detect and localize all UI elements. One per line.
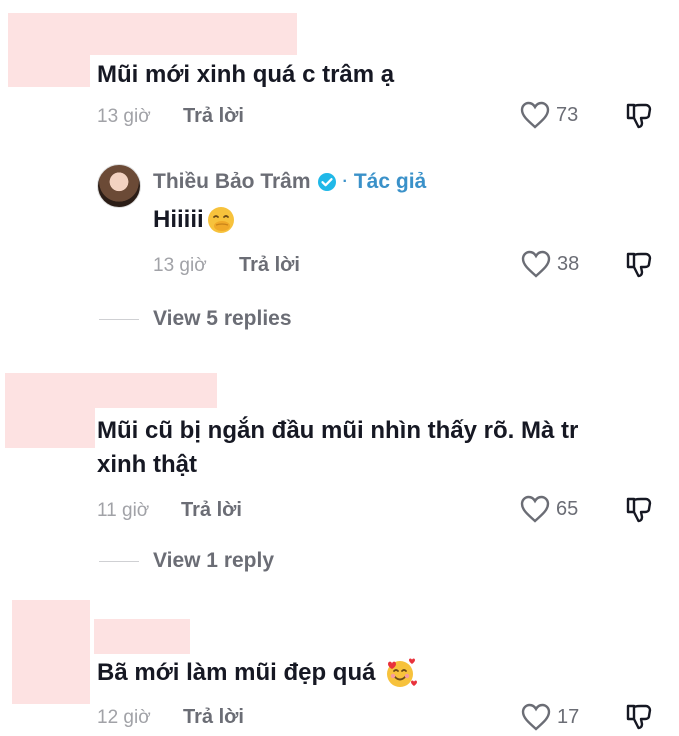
separator-dot: · <box>342 173 348 190</box>
reply-author-row: Thiều Bảo Trâm · Tác giả <box>153 170 426 194</box>
comment-text: Bã mới làm mũi đẹp quá <box>97 659 376 686</box>
thumbs-down-icon <box>626 704 652 730</box>
redacted-username <box>94 619 190 654</box>
thumbs-down-icon <box>626 497 652 523</box>
comment-time: 11 giờ <box>97 500 150 521</box>
thumbs-down-icon <box>626 252 652 278</box>
reply-text-row: Hiiiii <box>153 203 236 237</box>
reply-button[interactable]: Trả lời <box>239 254 300 277</box>
like-count: 65 <box>556 497 579 520</box>
view-replies-label: View 1 reply <box>153 549 275 572</box>
reply-text: Hiiiii <box>153 206 204 233</box>
reply-button[interactable]: Trả lời <box>183 105 244 128</box>
comment-text: Mũi mới xinh quá c trâm ạ <box>97 61 395 88</box>
heart-outline-icon <box>520 101 550 129</box>
face-with-hand-over-mouth-emoji <box>207 207 234 233</box>
view-replies-label: View 5 replies <box>153 307 292 330</box>
redacted-avatar <box>8 13 90 87</box>
comment-time: 13 giờ <box>97 106 151 127</box>
heart-outline-icon <box>521 250 551 278</box>
like-count: 73 <box>556 103 579 126</box>
like-button[interactable]: 38 <box>521 250 579 278</box>
view-replies-button[interactable]: View 5 replies <box>99 307 292 331</box>
reply-author-name[interactable]: Thiều Bảo Trâm <box>153 170 311 194</box>
dislike-button[interactable] <box>625 251 653 284</box>
redacted-username <box>95 373 217 408</box>
view-replies-button[interactable]: View 1 reply <box>99 549 274 573</box>
comment-text: Mũi cũ bị ngắn đầu mũi nhìn thấy rõ. Mà … <box>97 417 579 478</box>
dislike-button[interactable] <box>625 496 653 529</box>
like-count: 38 <box>557 252 580 275</box>
verified-badge-icon <box>317 173 336 191</box>
reply-button[interactable]: Trả lời <box>183 706 244 729</box>
dislike-button[interactable] <box>625 102 653 135</box>
thumbs-down-icon <box>626 103 652 129</box>
redacted-username <box>90 13 297 55</box>
smiling-face-with-hearts-emoji <box>387 658 418 687</box>
like-button[interactable]: 65 <box>520 495 578 523</box>
heart-outline-icon <box>521 703 551 731</box>
comment-text-row: Bã mới làm mũi đẹp quá <box>97 656 418 690</box>
comment-time: 12 giờ <box>97 707 151 728</box>
redacted-avatar <box>5 373 95 448</box>
reply-time: 13 giờ <box>153 255 207 276</box>
redacted-avatar <box>12 600 90 704</box>
like-count: 17 <box>557 705 580 728</box>
dislike-button[interactable] <box>625 703 653 736</box>
avatar[interactable] <box>97 164 141 208</box>
author-tag: Tác giả <box>353 170 427 193</box>
like-button[interactable]: 17 <box>521 703 579 731</box>
like-button[interactable]: 73 <box>520 101 578 129</box>
reply-button[interactable]: Trả lời <box>181 499 242 522</box>
heart-outline-icon <box>520 495 550 523</box>
divider-line <box>99 318 139 320</box>
divider-line <box>99 560 139 562</box>
